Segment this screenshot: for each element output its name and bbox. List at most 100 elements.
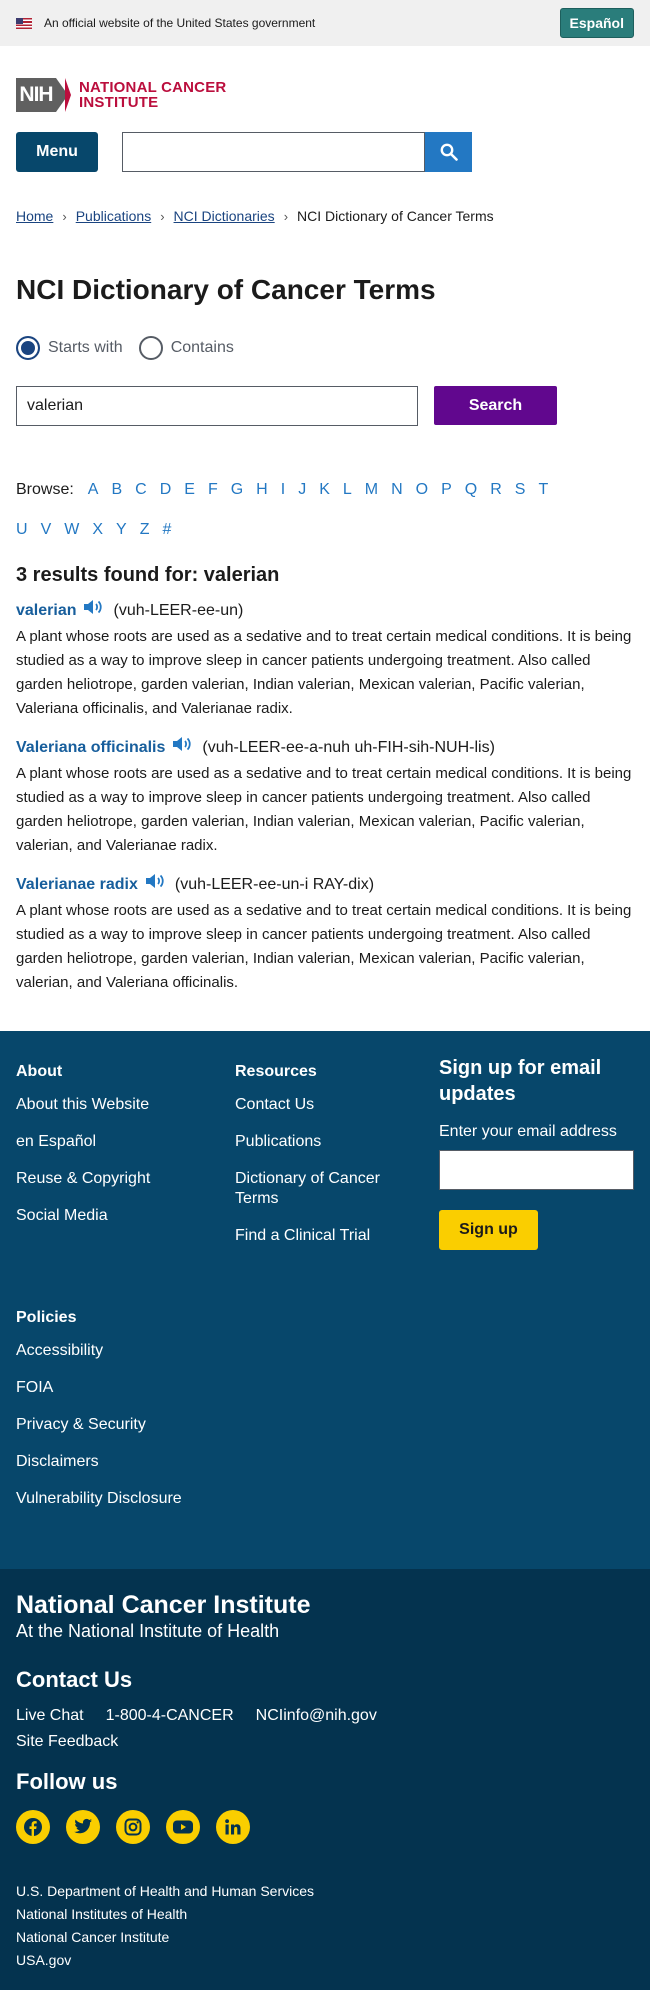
result-term-link[interactable]: Valeriana officinalis [16, 737, 165, 759]
footer-policies-column: Policies Accessibility FOIA Privacy & Se… [16, 1309, 182, 1526]
browse-letter[interactable]: Z [140, 510, 150, 550]
footer-link[interactable]: Accessibility [16, 1341, 182, 1361]
agency-link[interactable]: National Institutes of Health [16, 1903, 314, 1926]
browse-letter[interactable]: A [88, 470, 99, 510]
email-link[interactable]: NCIinfo@nih.gov [256, 1707, 377, 1725]
browse-letter[interactable]: G [231, 470, 243, 510]
dictionary-search-button[interactable]: Search [434, 386, 557, 425]
linkedin-icon[interactable] [216, 1810, 250, 1844]
result-item: Valerianae radix (vuh-LEER-ee-un-i RAY-d… [16, 872, 634, 995]
browse-letter[interactable]: F [208, 470, 218, 510]
contains-radio[interactable] [138, 336, 163, 360]
footer-link[interactable]: Publications [235, 1132, 385, 1152]
browse-letter[interactable]: O [416, 470, 428, 510]
browse-letter[interactable]: W [64, 510, 79, 550]
espanol-button[interactable]: Español [559, 8, 634, 38]
nih-chevron-red-shape [65, 78, 71, 112]
contains-label[interactable]: Contains [171, 339, 234, 357]
footer-link[interactable]: About this Website [16, 1095, 150, 1115]
browse-letter[interactable]: V [41, 510, 52, 550]
footer-about-heading: About [16, 1063, 63, 1080]
browse-letter[interactable]: M [365, 470, 378, 510]
menu-button[interactable]: Menu [16, 132, 98, 172]
browse-letter[interactable]: # [162, 510, 171, 550]
footer-link[interactable]: Contact Us [235, 1095, 385, 1115]
browse-letter[interactable]: X [92, 510, 103, 550]
audio-speaker-icon[interactable] [145, 872, 167, 897]
footer-about-column: About About this Website en Español Reus… [16, 1063, 150, 1243]
email-field[interactable] [439, 1150, 634, 1190]
breadcrumb-home[interactable]: Home [16, 208, 53, 224]
footer-link[interactable]: Privacy & Security [16, 1415, 182, 1435]
agency-links: U.S. Department of Health and Human Serv… [16, 1880, 314, 1972]
footer-link[interactable]: FOIA [16, 1378, 182, 1398]
agency-link[interactable]: U.S. Department of Health and Human Serv… [16, 1880, 314, 1903]
facebook-icon[interactable] [16, 1810, 50, 1844]
browse-letter[interactable]: L [343, 470, 352, 510]
browse-letter[interactable]: U [16, 510, 28, 550]
agency-link[interactable]: USA.gov [16, 1949, 314, 1972]
agency-link[interactable]: National Cancer Institute [16, 1926, 314, 1949]
footer-link[interactable]: Find a Clinical Trial [235, 1226, 385, 1246]
result-item: Valeriana officinalis (vuh-LEER-ee-a-nuh… [16, 735, 634, 858]
result-term-link[interactable]: valerian [16, 600, 76, 622]
footer-policies-heading: Policies [16, 1309, 77, 1326]
dictionary-search-input[interactable]: valerian [16, 386, 418, 426]
footer-resources-column: Resources Contact Us Publications Dictio… [235, 1063, 385, 1263]
breadcrumb-separator-icon: › [160, 208, 165, 224]
browse-letter[interactable]: H [256, 470, 268, 510]
browse-letter[interactable]: N [391, 470, 403, 510]
result-definition: A plant whose roots are used as a sedati… [16, 902, 632, 991]
live-chat-link[interactable]: Live Chat [16, 1707, 84, 1725]
starts-with-label[interactable]: Starts with [48, 339, 123, 357]
footer-link[interactable]: Reuse & Copyright [16, 1169, 150, 1189]
social-links [16, 1810, 266, 1844]
site-search-button[interactable] [425, 132, 472, 172]
footer-secondary: National Cancer Institute At the Nationa… [0, 1569, 650, 1990]
youtube-icon[interactable] [166, 1810, 200, 1844]
footer-link[interactable]: Dictionary of Cancer Terms [235, 1169, 385, 1209]
starts-with-radio[interactable] [16, 336, 40, 360]
browse-letter[interactable]: R [490, 470, 502, 510]
footer-link[interactable]: Social Media [16, 1206, 150, 1226]
breadcrumb-nci-dictionaries[interactable]: NCI Dictionaries [174, 208, 275, 224]
browse-letter[interactable]: B [111, 470, 122, 510]
browse-letter[interactable]: K [319, 470, 330, 510]
instagram-icon[interactable] [116, 1810, 150, 1844]
browse-label: Browse: [16, 481, 74, 498]
signup-title: Sign up for email updates [439, 1057, 602, 1105]
footer-signup: Sign up for email updates Enter your ema… [439, 1055, 639, 1250]
nci-logo-text: NATIONAL CANCER INSTITUTE [79, 80, 226, 110]
audio-speaker-icon[interactable] [172, 735, 194, 760]
phone-link[interactable]: 1-800-4-CANCER [106, 1707, 234, 1725]
footer-link[interactable]: Disclaimers [16, 1452, 182, 1472]
browse-letter[interactable]: Q [465, 470, 477, 510]
footer-link[interactable]: en Español [16, 1132, 150, 1152]
site-feedback-link[interactable]: Site Feedback [16, 1733, 118, 1751]
signup-button[interactable]: Sign up [439, 1210, 538, 1250]
browse-letter[interactable]: P [441, 470, 452, 510]
result-term-link[interactable]: Valerianae radix [16, 874, 138, 896]
nci-logo-line1: NATIONAL CANCER [79, 79, 227, 96]
nci-logo-line2: INSTITUTE [79, 94, 159, 111]
browse-letter[interactable]: E [184, 470, 195, 510]
browse-letter[interactable]: D [160, 470, 172, 510]
browse-letter[interactable]: J [298, 470, 306, 510]
nci-logo[interactable]: NIH NATIONAL CANCER INSTITUTE [16, 78, 226, 112]
browse-letter[interactable]: Y [116, 510, 127, 550]
twitter-icon[interactable] [66, 1810, 100, 1844]
audio-speaker-icon[interactable] [83, 598, 105, 623]
footer-institute-subtitle: At the National Institute of Health [16, 1621, 280, 1641]
page-title: NCI Dictionary of Cancer Terms [16, 274, 436, 305]
breadcrumb-publications[interactable]: Publications [76, 208, 152, 224]
browse-letter[interactable]: C [135, 470, 147, 510]
browse-letter[interactable]: S [515, 470, 526, 510]
browse-letter[interactable]: T [538, 470, 548, 510]
footer-resources-heading: Resources [235, 1063, 317, 1080]
footer-contact-links: Live Chat 1-800-4-CANCER NCIinfo@nih.gov [16, 1707, 399, 1725]
footer-link[interactable]: Vulnerability Disclosure [16, 1489, 182, 1509]
result-pronunciation: (vuh-LEER-ee-un) [113, 601, 244, 619]
site-search-input[interactable] [122, 132, 425, 172]
browse-letter[interactable]: I [281, 470, 285, 510]
result-definition: A plant whose roots are used as a sedati… [16, 628, 632, 717]
